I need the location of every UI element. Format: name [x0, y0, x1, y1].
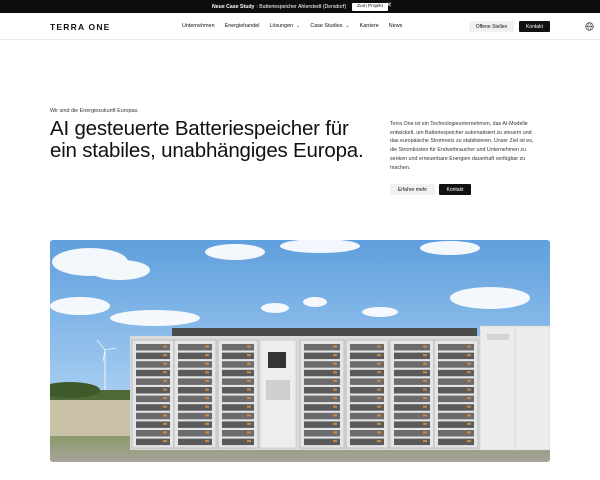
nav-item-unternehmen[interactable]: Unternehmen: [182, 23, 215, 29]
hero-description: Terra One ist ein Technologieunternehmen…: [390, 121, 534, 171]
main-navigation: TERRA ONE Unternehmen Energiehandel Lösung…: [0, 13, 600, 40]
nav-item-lösungen[interactable]: Lösungen ⌄: [269, 23, 300, 29]
logo[interactable]: TERRA ONE: [50, 22, 111, 32]
hero-headline: AI gesteuerte Batteriespeicher für ein s…: [50, 117, 364, 162]
nav-item-label: Karriere: [359, 23, 379, 29]
nav-item-label: Energiehandel: [224, 23, 260, 29]
battery-storage-image: [50, 240, 550, 462]
nav-item-news[interactable]: News: [389, 23, 402, 29]
nav-menu: Unternehmen Energiehandel Lösungen ⌄ Case St…: [182, 23, 412, 29]
chevron-down-icon: ⌄: [345, 23, 350, 29]
nav-item-label: Lösungen: [269, 23, 294, 29]
nav-item-energiehandel[interactable]: Energiehandel: [225, 23, 260, 29]
learn-more-button[interactable]: Erfahre mehr: [390, 184, 435, 195]
nav-item-label: Case Studies: [310, 23, 343, 29]
nav-item-label: Unternehmen: [182, 23, 215, 29]
announcement-strong: Neue Case Study: [212, 3, 255, 10]
hero-contact-button[interactable]: Kontakt: [439, 184, 471, 195]
announcement-project-button[interactable]: Zum Projekt: [352, 2, 388, 11]
announcement-text: : Batteriespeicher Ahlerstedt (Dersdorf): [256, 3, 347, 10]
announcement-bar: Neue Case Study : Batteriespeicher Ahler…: [0, 0, 600, 13]
nav-contact-button[interactable]: Kontakt: [519, 21, 550, 32]
hero-eyebrow: Wir sind die Energiezukunft Europas.: [50, 108, 139, 114]
chevron-down-icon: ⌄: [296, 23, 301, 29]
nav-item-label: News: [388, 23, 403, 29]
globe-icon[interactable]: [585, 22, 594, 31]
nav-item-case-studies[interactable]: Case Studies ⌄: [310, 23, 349, 29]
close-icon[interactable]: ✕: [386, 2, 392, 10]
nav-item-karriere[interactable]: Karriere: [360, 23, 379, 29]
open-positions-button[interactable]: Offene Stellen: [469, 21, 514, 32]
